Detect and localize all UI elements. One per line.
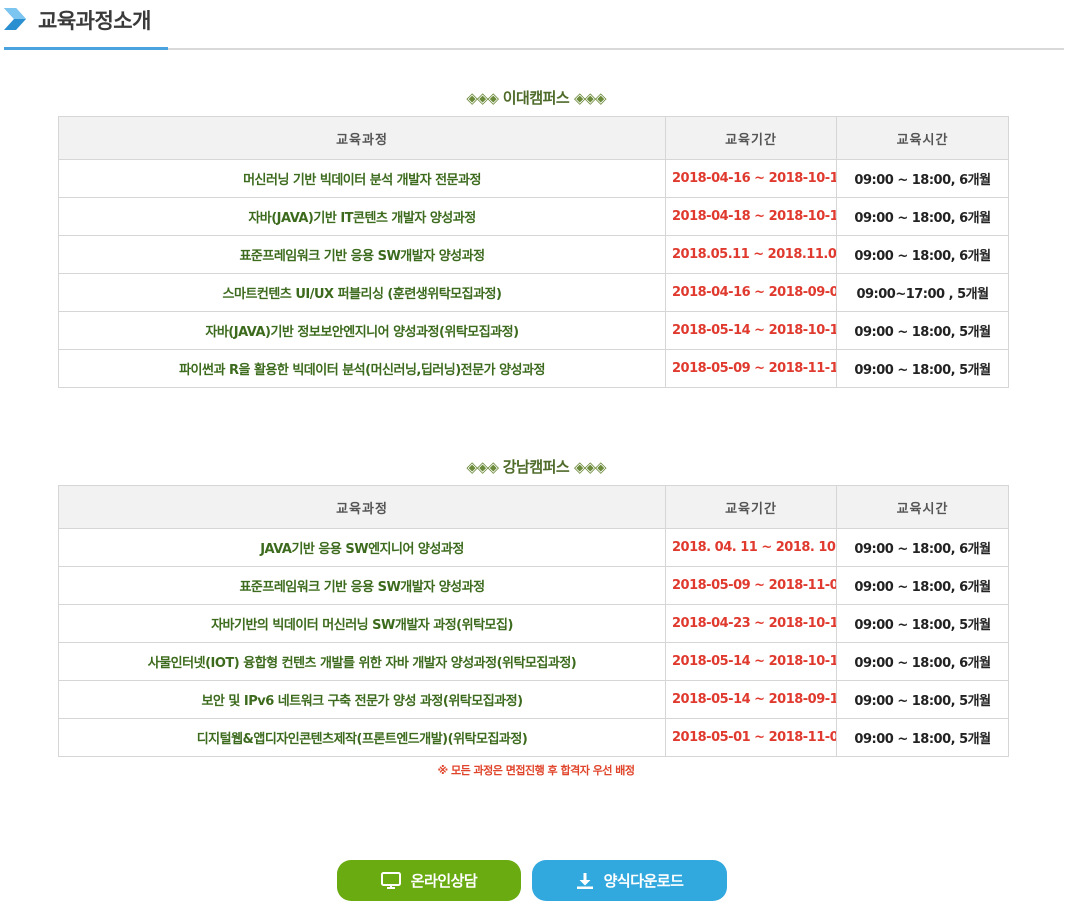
form-download-button[interactable]: 양식다운로드 <box>532 860 727 901</box>
header-divider-accent <box>4 47 168 50</box>
course-hours: 09:00 ~ 18:00, 6개월 <box>836 235 1009 274</box>
table-header-row: 교육과정 교육기간 교육시간 <box>58 116 1009 160</box>
table-row: JAVA기반 응용 SW엔지니어 양성과정 2018. 04. 11 ~ 201… <box>58 528 1009 567</box>
course-period: 2018-04-16 ~ 2018-09-07 <box>665 273 837 312</box>
course-period: 2018. 04. 11 ~ 2018. 10.0 8 <box>665 528 837 567</box>
table-row: 스마트컨텐츠 UI/UX 퍼블리싱 (훈련생위탁모집과정) 2018-04-16… <box>58 273 1009 312</box>
table-row: 디지털웹&앱디자인콘텐츠제작(프론트엔드개발)(위탁모집과정) 2018-05-… <box>58 718 1009 757</box>
column-header-course: 교육과정 <box>58 116 666 160</box>
course-hours: 09:00 ~ 18:00, 6개월 <box>836 528 1009 567</box>
course-name-link[interactable]: 파이썬과 R을 활용한 빅데이터 분석(머신러닝,딥러닝)전문가 양성과정 <box>58 349 666 388</box>
course-name-link[interactable]: 자바(JAVA)기반 정보보안엔지니어 양성과정(위탁모집과정) <box>58 311 666 350</box>
course-name-link[interactable]: 표준프레임워크 기반 응용 SW개발자 양성과정 <box>58 566 666 605</box>
chevron-right-icon <box>4 8 26 30</box>
table-row: 자바기반의 빅데이터 머신러닝 SW개발자 과정(위탁모집) 2018-04-2… <box>58 604 1009 643</box>
column-header-period: 교육기간 <box>665 485 837 529</box>
table-header-row: 교육과정 교육기간 교육시간 <box>58 485 1009 529</box>
course-name-link[interactable]: 자바기반의 빅데이터 머신러닝 SW개발자 과정(위탁모집) <box>58 604 666 643</box>
course-hours: 09:00~17:00 , 5개월 <box>836 273 1009 312</box>
interview-notice: ※ 모든 과정은 면접진행 후 합격자 우선 배정 <box>437 764 635 777</box>
table-row: 보안 및 IPv6 네트워크 구축 전문가 양성 과정(위탁모집과정) 2018… <box>58 680 1009 719</box>
course-name-link[interactable]: 스마트컨텐츠 UI/UX 퍼블리싱 (훈련생위탁모집과정) <box>58 273 666 312</box>
course-hours: 09:00 ~ 18:00, 5개월 <box>836 311 1009 350</box>
column-header-hours: 교육시간 <box>836 116 1009 160</box>
campus-name: 이대캠퍼스 <box>502 89 570 107</box>
table-row: 머신러닝 기반 빅데이터 분석 개발자 전문과정 2018-04-16 ~ 20… <box>58 159 1009 198</box>
course-period: 2018-04-23 ~ 2018-10-19 <box>665 604 837 643</box>
course-name-link[interactable]: 머신러닝 기반 빅데이터 분석 개발자 전문과정 <box>58 159 666 198</box>
course-hours: 09:00 ~ 18:00, 6개월 <box>836 642 1009 681</box>
course-hours: 09:00 ~ 18:00, 6개월 <box>836 159 1009 198</box>
course-hours: 09:00 ~ 18:00, 5개월 <box>836 680 1009 719</box>
table-row: 자바(JAVA)기반 정보보안엔지니어 양성과정(위탁모집과정) 2018-05… <box>58 311 1009 350</box>
campus-name: 강남캠퍼스 <box>502 458 570 476</box>
course-name-link[interactable]: 표준프레임워크 기반 응용 SW개발자 양성과정 <box>58 235 666 274</box>
course-period: 2018-05-01 ~ 2018-11-05 <box>665 718 837 757</box>
course-hours: 09:00 ~ 18:00, 6개월 <box>836 197 1009 236</box>
diamond-ornament-left: ◈◈◈ <box>466 458 499 476</box>
campus-title-ewha: ◈◈◈ 이대캠퍼스 ◈◈◈ <box>0 87 1072 108</box>
course-period: 2018-04-16 ~ 2018-10-12 <box>665 159 837 198</box>
course-period: 2018-05-09 ~ 2018-11-08 <box>665 566 837 605</box>
column-header-hours: 교육시간 <box>836 485 1009 529</box>
online-consult-label: 온라인상담 <box>410 872 478 890</box>
course-period: 2018.05.11 ~ 2018.11.08 <box>665 235 837 274</box>
course-hours: 09:00 ~ 18:00, 5개월 <box>836 718 1009 757</box>
table-row: 표준프레임워크 기반 응용 SW개발자 양성과정 2018-05-09 ~ 20… <box>58 566 1009 605</box>
course-name-link[interactable]: 보안 및 IPv6 네트워크 구축 전문가 양성 과정(위탁모집과정) <box>58 680 666 719</box>
course-name-link[interactable]: 사물인터넷(IOT) 융합형 컨텐츠 개발를 위한 자바 개발자 양성과정(위탁… <box>58 642 666 681</box>
course-period: 2018-05-09 ~ 2018-11-12 <box>665 349 837 388</box>
course-hours: 09:00 ~ 18:00, 6개월 <box>836 566 1009 605</box>
course-name-link[interactable]: 디지털웹&앱디자인콘텐츠제작(프론트엔드개발)(위탁모집과정) <box>58 718 666 757</box>
table-row: 자바(JAVA)기반 IT콘텐츠 개발자 양성과정 2018-04-18 ~ 2… <box>58 197 1009 236</box>
course-period: 2018-05-14 ~ 2018-10-10 <box>665 642 837 681</box>
course-period: 2018-04-18 ~ 2018-10-16 <box>665 197 837 236</box>
course-period: 2018-05-14 ~ 2018-10-18 <box>665 311 837 350</box>
course-table-gangnam: 교육과정 교육기간 교육시간 JAVA기반 응용 SW엔지니어 양성과정 201… <box>58 485 1009 757</box>
column-header-period: 교육기간 <box>665 116 837 160</box>
course-hours: 09:00 ~ 18:00, 5개월 <box>836 604 1009 643</box>
online-consult-button[interactable]: 온라인상담 <box>337 860 521 901</box>
table-row: 사물인터넷(IOT) 융합형 컨텐츠 개발를 위한 자바 개발자 양성과정(위탁… <box>58 642 1009 681</box>
diamond-ornament-right: ◈◈◈ <box>573 458 607 476</box>
diamond-ornament-left: ◈◈◈ <box>466 89 499 107</box>
page-title: 교육과정소개 <box>38 9 151 33</box>
form-download-label: 양식다운로드 <box>603 872 684 890</box>
diamond-ornament-right: ◈◈◈ <box>573 89 607 107</box>
monitor-icon <box>380 871 401 889</box>
table-row: 파이썬과 R을 활용한 빅데이터 분석(머신러닝,딥러닝)전문가 양성과정 20… <box>58 349 1009 388</box>
course-name-link[interactable]: 자바(JAVA)기반 IT콘텐츠 개발자 양성과정 <box>58 197 666 236</box>
course-period: 2018-05-14 ~ 2018-09-18 <box>665 680 837 719</box>
download-icon <box>576 872 593 889</box>
course-table-ewha: 교육과정 교육기간 교육시간 머신러닝 기반 빅데이터 분석 개발자 전문과정 … <box>58 116 1009 388</box>
course-hours: 09:00 ~ 18:00, 5개월 <box>836 349 1009 388</box>
table-row: 표준프레임워크 기반 응용 SW개발자 양성과정 2018.05.11 ~ 20… <box>58 235 1009 274</box>
campus-title-gangnam: ◈◈◈ 강남캠퍼스 ◈◈◈ <box>0 456 1072 477</box>
page-header: 교육과정소개 <box>0 0 1072 52</box>
course-name-link[interactable]: JAVA기반 응용 SW엔지니어 양성과정 <box>58 528 666 567</box>
column-header-course: 교육과정 <box>58 485 666 529</box>
